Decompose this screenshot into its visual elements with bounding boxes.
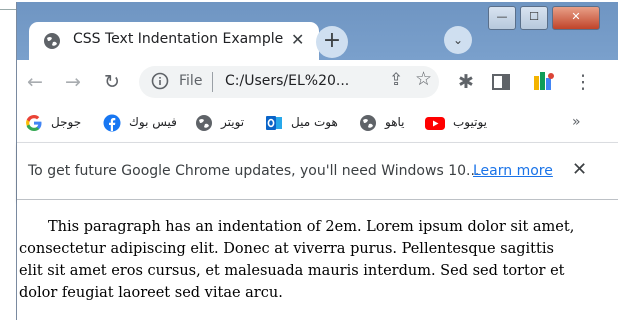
- bookmark-star-icon[interactable]: ☆: [415, 68, 432, 90]
- bookmark-facebook[interactable]: فيس بوك: [103, 112, 193, 134]
- bookmark-label: يوتيوب: [453, 115, 487, 129]
- close-window-button[interactable]: ✕: [552, 6, 600, 30]
- facebook-icon: [103, 114, 121, 132]
- globe-icon: [44, 33, 60, 49]
- update-infobar: To get future Google Chrome updates, you…: [17, 142, 618, 200]
- url-text[interactable]: C:/Users/EL%20...: [225, 73, 349, 89]
- extensions-icon[interactable]: ✱: [452, 68, 480, 96]
- bookmark-label: هوت ميل: [291, 115, 338, 129]
- tab-title: CSS Text Indentation Example: [73, 31, 284, 47]
- tab-search-button[interactable]: ⌄: [444, 26, 472, 54]
- globe-icon: [196, 115, 212, 131]
- info-icon[interactable]: [151, 72, 169, 90]
- outlook-icon: [266, 116, 282, 130]
- active-tab[interactable]: CSS Text Indentation Example ✕: [29, 22, 319, 60]
- side-panel-icon[interactable]: [492, 74, 510, 90]
- bookmark-label: ياهو: [385, 115, 405, 129]
- address-bar[interactable]: File C:/Users/EL%20... ⇪ ☆: [139, 66, 439, 98]
- new-tab-button[interactable]: +: [316, 26, 348, 58]
- minimize-button[interactable]: —: [488, 6, 516, 30]
- browser-window: CSS Text Indentation Example ✕ + ⌄ — ☐ ✕…: [16, 2, 618, 320]
- chrome-menu-icon[interactable]: ⋮: [569, 68, 597, 96]
- learn-more-link[interactable]: Learn more: [473, 163, 553, 179]
- forward-icon[interactable]: →: [59, 68, 87, 96]
- close-tab-icon[interactable]: ✕: [291, 30, 304, 49]
- profile-avatar[interactable]: [532, 70, 556, 94]
- bookmark-google[interactable]: جوجل: [25, 112, 95, 134]
- infobar-message: To get future Google Chrome updates, you…: [28, 163, 480, 179]
- bookmark-yahoo[interactable]: ياهو: [359, 112, 419, 134]
- bookmarks-bar: جوجل فيس بوك تويتر هوت ميل ياهو يوتيوب »: [17, 104, 618, 142]
- youtube-icon: [425, 117, 445, 130]
- bookmark-hotmail[interactable]: هوت ميل: [265, 112, 355, 134]
- close-infobar-icon[interactable]: ✕: [572, 159, 587, 180]
- bookmark-youtube[interactable]: يوتيوب: [425, 112, 505, 134]
- back-icon[interactable]: ←: [21, 68, 49, 96]
- bookmark-label: فيس بوك: [129, 115, 177, 129]
- page-content: This paragraph has an indentation of 2em…: [17, 200, 618, 320]
- navigation-toolbar: ← → ↻ File C:/Users/EL%20... ⇪ ☆ ✱ ⋮: [17, 60, 618, 104]
- bookmark-twitter[interactable]: تويتر: [195, 112, 265, 134]
- globe-icon: [360, 115, 376, 131]
- indented-paragraph: This paragraph has an indentation of 2em…: [19, 219, 575, 301]
- file-scheme-label: File: [179, 73, 203, 89]
- more-bookmarks-icon[interactable]: »: [572, 114, 581, 130]
- share-icon[interactable]: ⇪: [389, 70, 403, 90]
- bookmark-label: جوجل: [51, 115, 82, 129]
- reload-icon[interactable]: ↻: [98, 68, 126, 96]
- title-bar: CSS Text Indentation Example ✕ + ⌄ — ☐ ✕: [17, 2, 618, 60]
- address-separator: [212, 72, 213, 92]
- google-icon: [26, 115, 42, 131]
- maximize-button[interactable]: ☐: [520, 6, 548, 30]
- bookmark-label: تويتر: [221, 115, 245, 129]
